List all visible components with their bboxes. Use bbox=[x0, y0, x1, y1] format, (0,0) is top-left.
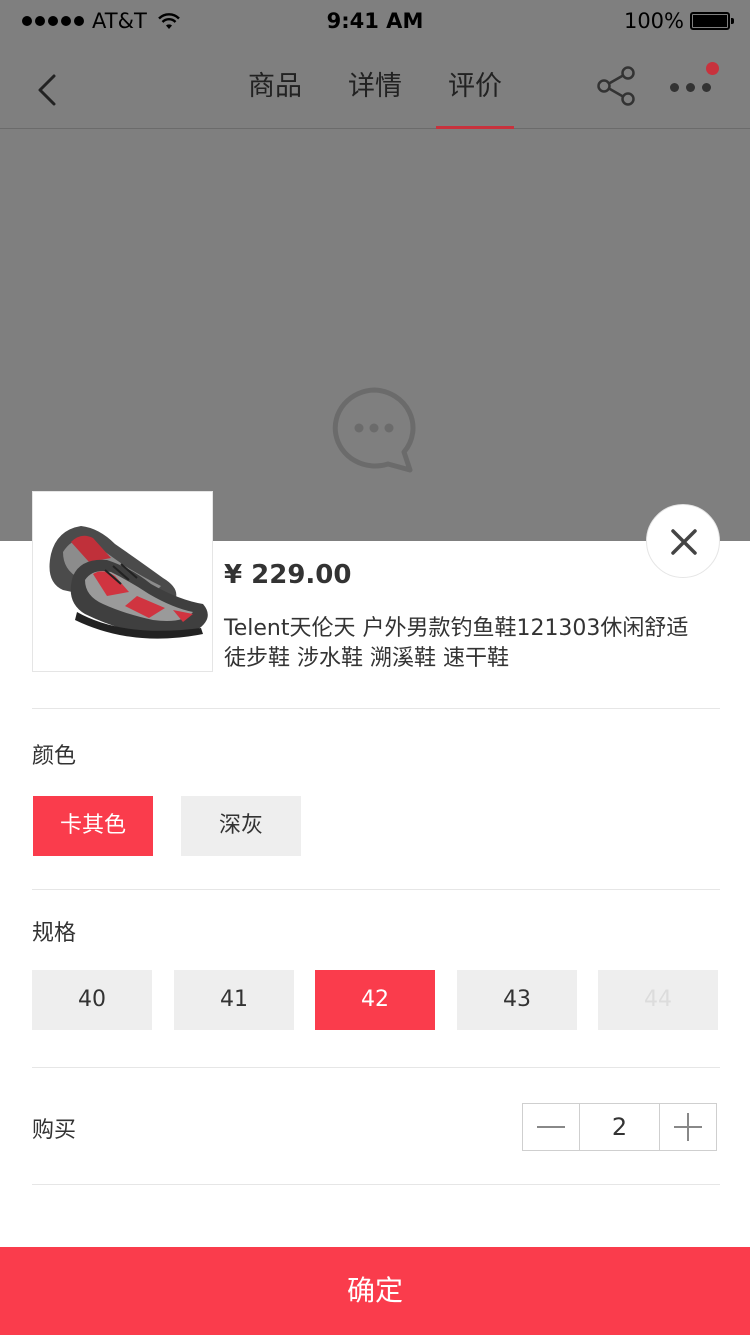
divider bbox=[32, 889, 720, 890]
divider bbox=[32, 708, 720, 709]
battery-icon bbox=[690, 12, 734, 30]
chat-bubble-icon bbox=[332, 387, 416, 473]
color-option-khaki[interactable]: 卡其色 bbox=[33, 796, 153, 856]
size-option-40[interactable]: 40 bbox=[32, 970, 152, 1030]
close-button[interactable] bbox=[646, 504, 720, 578]
share-icon[interactable] bbox=[594, 66, 638, 106]
status-bar: AT&T 9:41 AM 100% bbox=[0, 0, 750, 42]
size-option-43[interactable]: 43 bbox=[457, 970, 577, 1030]
tab-details[interactable]: 详情 bbox=[342, 42, 408, 129]
quantity-stepper: 2 bbox=[522, 1103, 717, 1151]
product-price: ¥ 229.00 bbox=[224, 560, 352, 590]
size-option-44: 44 bbox=[598, 970, 718, 1030]
close-icon bbox=[671, 529, 697, 555]
color-label: 颜色 bbox=[32, 744, 77, 769]
divider bbox=[32, 1184, 720, 1185]
divider bbox=[32, 1067, 720, 1068]
shoe-image bbox=[49, 526, 208, 639]
size-option-42[interactable]: 42 bbox=[315, 970, 435, 1030]
color-option-dark-gray[interactable]: 深灰 bbox=[181, 796, 301, 856]
confirm-button[interactable]: 确定 bbox=[0, 1247, 750, 1335]
product-title: Telent天伦天 户外男款钓鱼鞋121303休闲舒适徒步鞋 涉水鞋 溯溪鞋 速… bbox=[224, 616, 689, 671]
size-option-41[interactable]: 41 bbox=[174, 970, 294, 1030]
minus-icon bbox=[537, 1126, 565, 1128]
size-label: 规格 bbox=[32, 921, 77, 946]
product-thumbnail bbox=[32, 491, 213, 672]
notification-badge bbox=[706, 62, 719, 75]
more-button[interactable] bbox=[666, 62, 722, 104]
quantity-value[interactable]: 2 bbox=[579, 1104, 660, 1150]
battery-percent: 100% bbox=[623, 9, 684, 33]
tab-reviews[interactable]: 评价 bbox=[436, 42, 514, 129]
tab-product[interactable]: 商品 bbox=[242, 42, 308, 129]
top-nav: 商品 详情 评价 bbox=[0, 42, 750, 129]
plus-button[interactable] bbox=[660, 1104, 716, 1150]
quantity-label: 购买 bbox=[32, 1118, 77, 1143]
minus-button[interactable] bbox=[523, 1104, 579, 1150]
battery-info: 100% bbox=[623, 9, 734, 33]
more-icon bbox=[670, 83, 711, 92]
